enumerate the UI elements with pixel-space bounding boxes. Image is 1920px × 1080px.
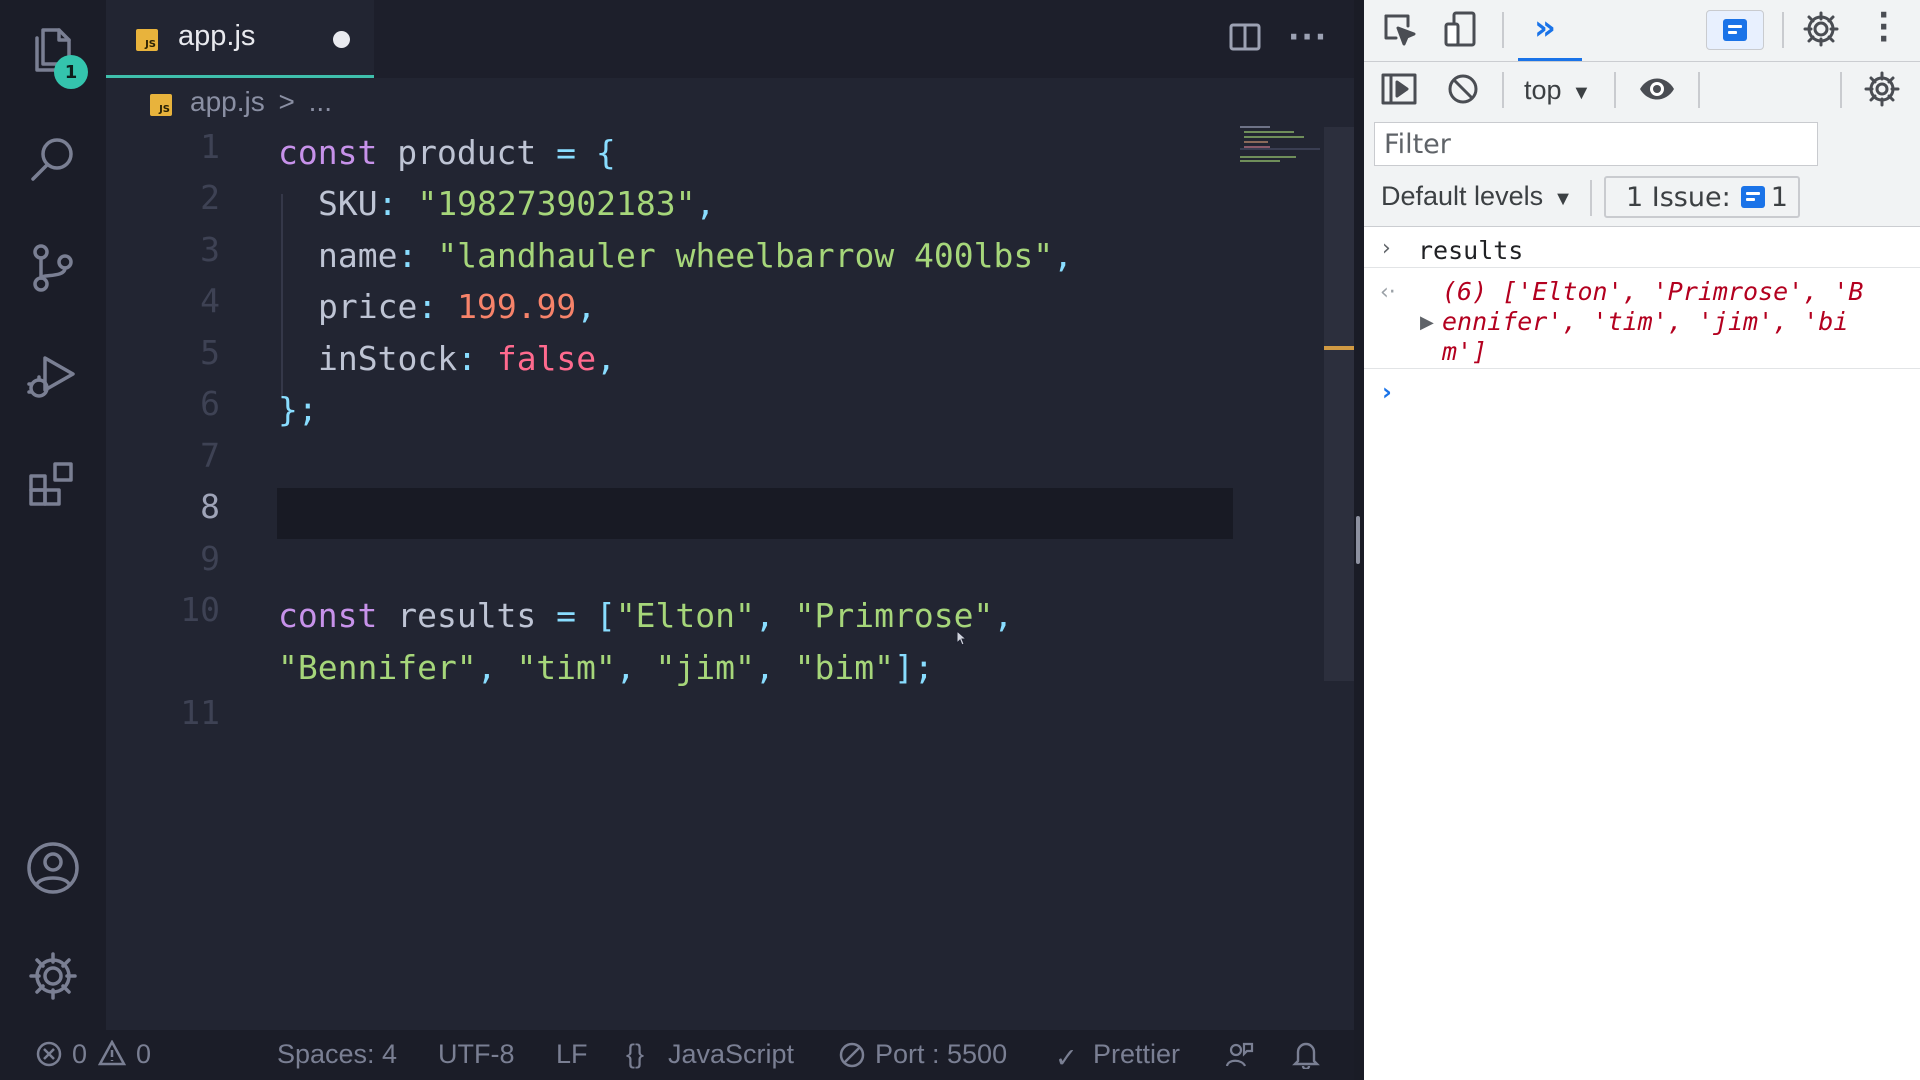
code-line-10[interactable]: const results = ["Elton", "Primrose", <box>278 590 1013 641</box>
issues-message-button[interactable] <box>1706 10 1764 50</box>
indent-guide <box>281 194 283 398</box>
language-mode[interactable]: JavaScript <box>668 1039 794 1070</box>
issues-counter-button[interactable]: 1 Issue: 1 <box>1604 176 1800 218</box>
clear-console-icon[interactable] <box>1446 72 1480 110</box>
toolbar-separator <box>1590 180 1592 216</box>
js-file-icon: JS <box>136 29 158 51</box>
line-number: 6 <box>200 384 220 423</box>
editor-scrollbar[interactable] <box>1324 127 1354 681</box>
console-result-text[interactable]: (6) ['Elton', 'Primrose', 'B ennifer', '… <box>1442 277 1863 367</box>
port-blocked-icon <box>838 1041 866 1073</box>
devtools-kebab-icon[interactable]: · · · <box>1878 1 1889 55</box>
extensions-icon[interactable] <box>21 452 85 516</box>
inspect-element-icon[interactable] <box>1382 12 1418 52</box>
code-line-3[interactable]: name: "landhauler wheelbarrow 400lbs", <box>318 230 1073 281</box>
error-icon[interactable] <box>36 1041 62 1071</box>
dropdown-arrow-icon: ▼ <box>1571 82 1592 104</box>
device-toolbar-icon[interactable] <box>1442 10 1478 52</box>
input-chevron-icon: › <box>1382 236 1391 261</box>
code-line-4[interactable]: price: 199.99, <box>318 281 596 332</box>
explorer-badge: 1 <box>54 55 88 89</box>
line-number: 3 <box>200 230 220 269</box>
live-expression-eye-icon[interactable] <box>1638 74 1676 108</box>
line-number: 1 <box>200 127 220 166</box>
more-actions-icon[interactable]: ··· <box>1288 20 1328 55</box>
breadcrumb-file[interactable]: app.js <box>190 86 265 117</box>
minimap-viewport <box>1240 148 1320 150</box>
account-icon[interactable] <box>21 836 85 900</box>
toolbar-separator <box>1782 12 1784 48</box>
line-number: 7 <box>200 436 220 475</box>
current-line-highlight <box>277 488 1233 539</box>
line-number: 10 <box>180 590 220 629</box>
dropdown-arrow-icon: ▼ <box>1553 188 1573 210</box>
eol-status[interactable]: LF <box>556 1039 588 1070</box>
search-icon[interactable] <box>21 128 85 192</box>
splitter-handle[interactable] <box>1356 516 1360 564</box>
split-editor-icon[interactable] <box>1228 20 1262 58</box>
toolbar-separator <box>1502 12 1504 48</box>
activity-bar: 1 <box>0 0 106 1030</box>
line-number: 11 <box>180 693 220 732</box>
minimap[interactable] <box>1240 126 1310 166</box>
settings-gear-icon[interactable] <box>1802 10 1840 52</box>
notifications-bell-icon[interactable] <box>1292 1039 1320 1073</box>
sidebar-toggle-icon[interactable] <box>1380 72 1418 110</box>
code-line-10-wrap[interactable]: "Bennifer", "tim", "jim", "bim"]; <box>278 642 934 693</box>
check-icon: ✓ <box>1055 1043 1078 1074</box>
result-arrow-icon: ‹· <box>1380 280 1396 305</box>
toolbar-separator <box>1614 72 1616 108</box>
breadcrumb-chevron-icon: > <box>278 86 295 117</box>
message-icon <box>1723 19 1747 41</box>
tab-label: app.js <box>178 20 256 52</box>
context-selector[interactable]: top ▼ <box>1524 75 1591 106</box>
language-braces-icon: {} <box>626 1039 645 1069</box>
manage-gear-icon[interactable] <box>21 944 85 1008</box>
console-prompt-area[interactable] <box>1364 370 1920 1070</box>
filter-input[interactable]: Filter <box>1374 122 1818 166</box>
prettier-status[interactable]: Prettier <box>1093 1039 1180 1070</box>
line-number: 9 <box>200 539 220 578</box>
encoding-status[interactable]: UTF-8 <box>438 1039 515 1070</box>
code-line-5[interactable]: inStock: false, <box>318 333 616 384</box>
breadcrumb-js-icon: JS <box>150 94 172 116</box>
breadcrumb: app.js > ... <box>190 86 332 118</box>
line-number: 5 <box>200 333 220 372</box>
mouse-cursor-icon <box>956 629 968 650</box>
console-settings-gear-icon[interactable] <box>1864 71 1900 111</box>
run-debug-icon[interactable] <box>21 344 85 408</box>
line-number: 4 <box>200 281 220 320</box>
toolbar-separator <box>1840 72 1842 108</box>
line-number: 2 <box>200 178 220 217</box>
code-line-6[interactable]: }; <box>278 384 318 435</box>
live-server-port[interactable]: Port : 5500 <box>875 1039 1007 1070</box>
code-line-2[interactable]: SKU: "198273902183", <box>318 178 715 229</box>
warning-count[interactable]: 0 <box>136 1039 151 1070</box>
toolbar-separator <box>1698 72 1700 108</box>
scrollbar-marker <box>1324 346 1354 350</box>
expand-triangle-icon[interactable]: ▶ <box>1420 312 1434 333</box>
message-icon <box>1740 186 1765 208</box>
log-levels-dropdown[interactable]: Default levels ▼ <box>1381 181 1573 212</box>
source-control-icon[interactable] <box>21 236 85 300</box>
console-input-text: results <box>1418 236 1524 265</box>
more-tabs-chevron-icon: » <box>1534 8 1556 48</box>
toolbar-separator <box>1502 72 1504 108</box>
breadcrumb-rest[interactable]: ... <box>309 86 332 117</box>
error-count[interactable]: 0 <box>72 1039 87 1070</box>
feedback-icon[interactable] <box>1224 1040 1254 1074</box>
code-line-1[interactable]: const product = { <box>278 127 616 178</box>
indentation-status[interactable]: Spaces: 4 <box>277 1039 397 1070</box>
warning-icon[interactable] <box>97 1039 127 1070</box>
line-number-active: 8 <box>200 487 220 526</box>
unsaved-dot-icon[interactable] <box>333 31 350 48</box>
